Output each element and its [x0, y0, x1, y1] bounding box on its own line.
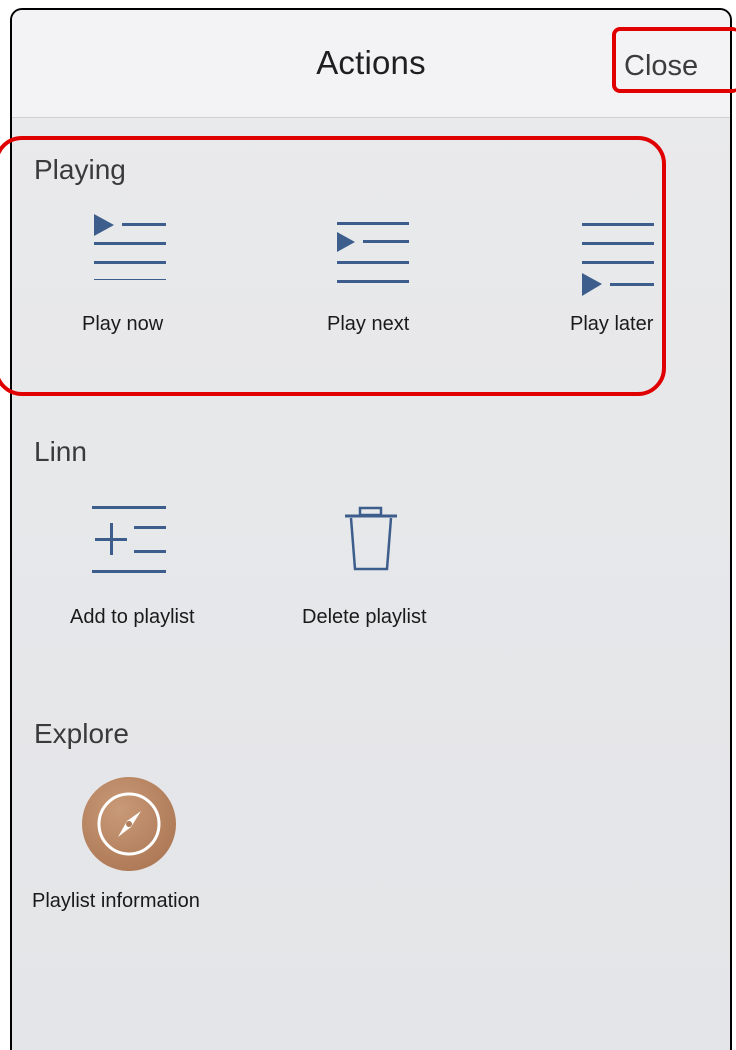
- play-next-label: Play next: [327, 313, 410, 335]
- delete-playlist-button[interactable]: Delete playlist: [292, 498, 472, 638]
- add-to-playlist-icon: [92, 506, 166, 573]
- header-bar: Actions Close: [12, 10, 730, 118]
- play-now-icon: [94, 214, 166, 280]
- play-next-icon: [337, 222, 409, 283]
- play-later-icon: [582, 223, 654, 296]
- section-label-playing: Playing: [34, 154, 126, 185]
- playlist-information-label: Playlist information: [32, 890, 200, 912]
- compass-icon-circle: [82, 777, 176, 871]
- play-later-label: Play later: [570, 313, 654, 335]
- compass-icon: [97, 792, 161, 856]
- play-next-button[interactable]: Play next: [317, 205, 457, 355]
- play-later-button[interactable]: Play later: [562, 205, 702, 355]
- trash-icon: [345, 506, 397, 571]
- page-title: Actions: [316, 44, 426, 81]
- playlist-information-button[interactable]: Playlist information: [32, 775, 252, 915]
- close-button[interactable]: Close: [624, 50, 698, 83]
- play-now-label: Play now: [82, 313, 164, 335]
- section-label-linn: Linn: [34, 436, 87, 467]
- add-to-playlist-button[interactable]: Add to playlist: [52, 498, 232, 638]
- delete-playlist-label: Delete playlist: [302, 606, 427, 628]
- section-label-explore: Explore: [34, 718, 129, 749]
- play-now-button[interactable]: Play now: [72, 205, 212, 355]
- actions-sheet: Actions Close Playing Play now Play next: [10, 8, 732, 1050]
- add-to-playlist-label: Add to playlist: [70, 606, 195, 628]
